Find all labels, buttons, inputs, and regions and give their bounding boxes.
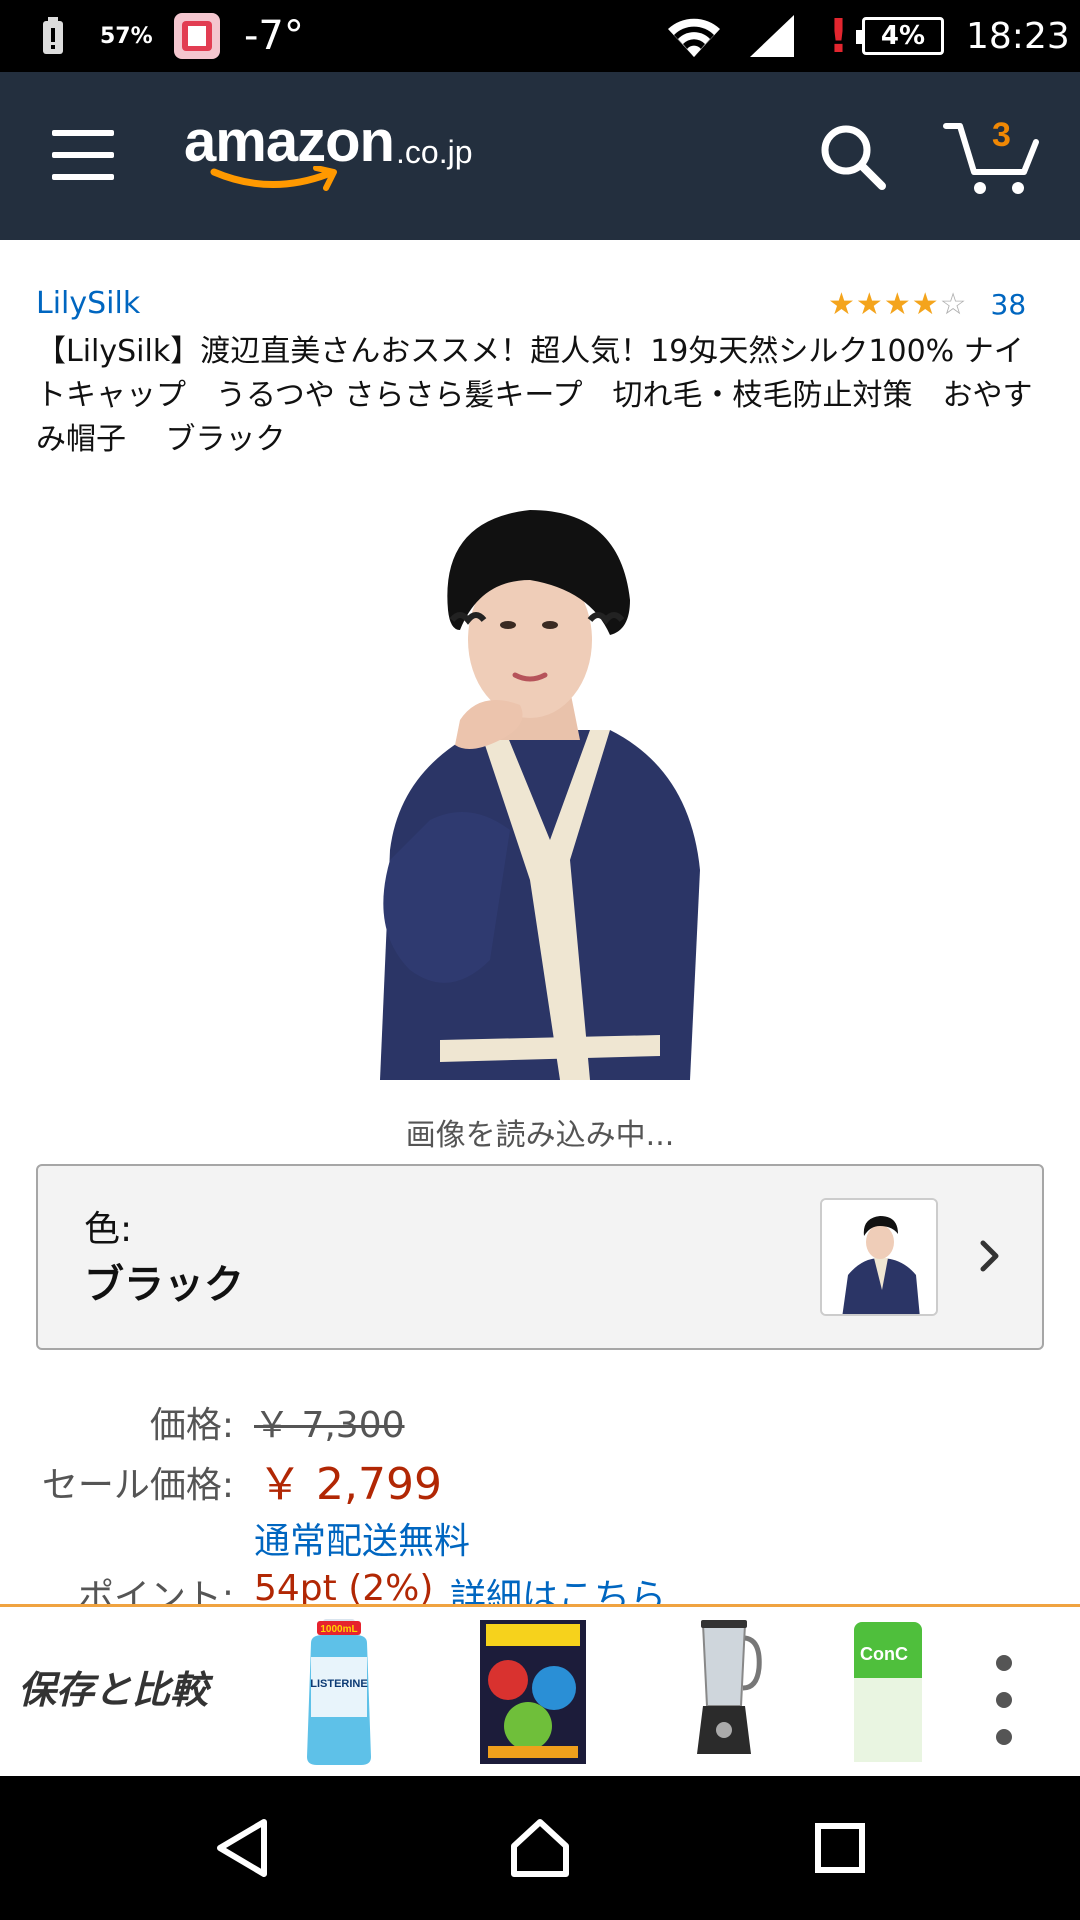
- color-swatch-thumbnail: [820, 1198, 938, 1316]
- star-full-icon: ★: [911, 286, 939, 322]
- points-details-link[interactable]: 詳細はこちら: [450, 1568, 666, 1606]
- toothpaste-label: ConC: [860, 1644, 908, 1664]
- sale-price-label: セール価格:: [41, 1465, 234, 1506]
- points-label: ポイント:: [77, 1577, 234, 1606]
- star-full-icon: ★: [855, 286, 883, 322]
- points-value: 54pt (2%): [254, 1568, 434, 1606]
- more-options-icon[interactable]: [984, 1655, 1024, 1745]
- back-icon[interactable]: [202, 1808, 282, 1888]
- color-label: 色:: [84, 1209, 133, 1250]
- status-bar: 57% -7° ! 4% 18:23: [0, 0, 1080, 72]
- app-notification-icon: [172, 0, 222, 72]
- product-title: 【LilySilk】渡辺直美さんおススメ！超人気！19匁天然シルク100% ナイ…: [36, 334, 1033, 457]
- clock: 18:23: [966, 15, 1070, 57]
- amazon-logo[interactable]: amazon .co.jp: [184, 108, 484, 208]
- review-count[interactable]: 38: [991, 288, 1027, 321]
- toothpaste-icon: ConC: [854, 1622, 922, 1762]
- compare-label[interactable]: 保存と比較: [18, 1659, 208, 1714]
- temperature: -7°: [244, 13, 304, 59]
- alert-icon: !: [828, 9, 849, 63]
- app-header: amazon .co.jp 3: [0, 72, 1080, 240]
- cart-count-badge: 3: [992, 116, 1011, 154]
- hamburger-menu-icon[interactable]: [52, 130, 114, 180]
- blender-icon: [697, 1620, 762, 1754]
- smile-arrow-icon: [210, 166, 337, 191]
- bottle-badge: 1000mL: [320, 1624, 357, 1635]
- product-image[interactable]: [360, 500, 720, 1080]
- system-nav-bar: [0, 1776, 1080, 1920]
- battery-saver-icon: [40, 0, 66, 72]
- comic-book-icon: [480, 1620, 586, 1764]
- rating-summary[interactable]: ★ ★ ★ ★ ☆ 38: [828, 288, 1026, 321]
- list-price: ￥ 7,300: [254, 1405, 405, 1446]
- star-rating: ★ ★ ★ ★ ☆: [828, 286, 967, 322]
- list-price-label: 価格:: [149, 1405, 234, 1446]
- battery-icon: 4%: [856, 0, 944, 72]
- mouthwash-bottle-icon: 1000mL LISTERINE: [307, 1619, 371, 1765]
- save-and-compare-bar: 保存と比較 1000mL LISTERINE ConC: [0, 1604, 1080, 1776]
- home-icon[interactable]: [500, 1808, 580, 1888]
- signal-icon: [748, 0, 796, 72]
- recent-apps-icon[interactable]: [800, 1808, 880, 1888]
- logo-text: amazon: [184, 109, 395, 174]
- compare-item[interactable]: [448, 1613, 618, 1771]
- sale-price: ￥ 2,799: [258, 1459, 442, 1510]
- price-section: 価格: ￥ 7,300 セール価格: ￥ 2,799 通常配送無料 ポイント: …: [0, 1386, 1080, 1606]
- free-shipping-link[interactable]: 通常配送無料: [254, 1512, 470, 1564]
- brand-link[interactable]: LilySilk: [36, 286, 140, 321]
- wifi-icon: [664, 0, 724, 72]
- cart-icon[interactable]: 3: [942, 116, 1042, 200]
- logo-domain: .co.jp: [396, 134, 473, 170]
- star-full-icon: ★: [883, 286, 911, 322]
- color-selector[interactable]: 色: ブラック: [36, 1164, 1044, 1350]
- compare-item[interactable]: ConC: [848, 1613, 958, 1771]
- search-icon[interactable]: [816, 120, 892, 196]
- battery-saver-percent: 57%: [100, 23, 153, 49]
- bottle-label: LISTERINE: [310, 1678, 367, 1690]
- star-full-icon: ★: [828, 286, 855, 322]
- chevron-right-icon: [970, 1230, 1010, 1282]
- color-value: ブラック: [84, 1262, 244, 1308]
- image-loading-text: 画像を読み込み中...: [405, 1118, 675, 1153]
- battery-percent: 4%: [856, 17, 944, 55]
- star-empty-icon: ☆: [939, 286, 967, 322]
- compare-item[interactable]: 1000mL LISTERINE: [254, 1613, 424, 1771]
- compare-item[interactable]: [642, 1613, 812, 1771]
